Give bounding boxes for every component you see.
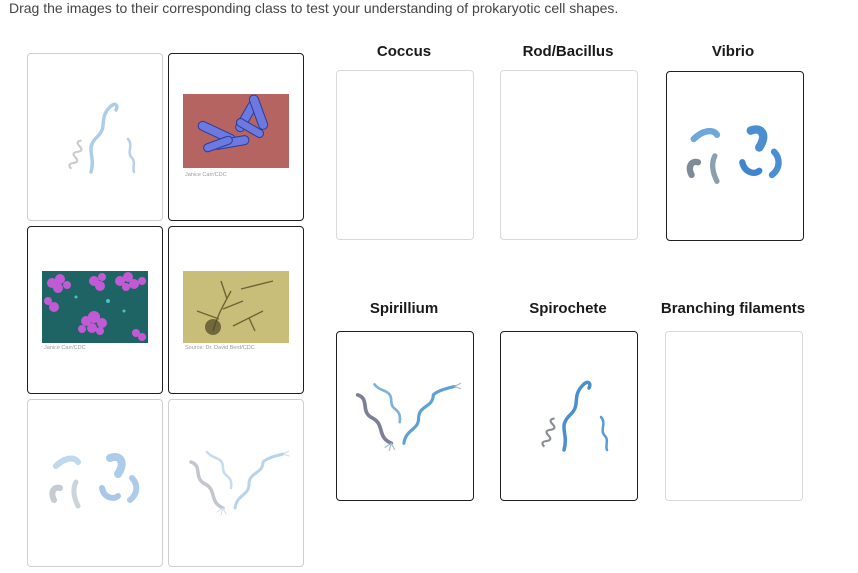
class-label-branching-filaments: Branching filaments (660, 300, 806, 317)
spirillium-illustration (189, 450, 290, 516)
source-card-vibrio[interactable] (27, 399, 163, 567)
dropzone-coccus[interactable] (336, 70, 474, 240)
spirochete-illustration (541, 380, 609, 452)
dropzone-branching-filaments[interactable] (665, 331, 803, 501)
class-label-spirochete: Spirochete (529, 300, 607, 317)
source-card-bacillus[interactable]: Janice Carr/CDC (168, 53, 304, 221)
spirillium-illustration (355, 382, 462, 452)
vibrio-illustration (686, 125, 782, 184)
branching-filaments-photo (183, 271, 289, 343)
photo-credit: Janice Carr/CDC (44, 345, 86, 351)
class-label-coccus: Coccus (376, 43, 432, 60)
vibrio-illustration (49, 453, 140, 509)
bacillus-photo (183, 94, 289, 168)
photo-credit: Source: Dr. David Berd/CDC (185, 345, 255, 351)
spirochete-illustration (68, 102, 136, 174)
class-label-vibrio: Vibrio (711, 43, 755, 60)
class-label-rod-bacillus: Rod/Bacillus (522, 43, 614, 60)
class-label-spirillium: Spirillium (369, 300, 439, 317)
dropzone-spirillium[interactable] (336, 331, 474, 501)
dropzone-spirochete[interactable] (500, 331, 638, 501)
source-card-spirillium[interactable] (168, 399, 304, 567)
source-card-branching-filaments[interactable]: Source: Dr. David Berd/CDC (168, 226, 304, 394)
coccus-photo (42, 271, 148, 343)
dropzone-rod-bacillus[interactable] (500, 70, 638, 240)
source-card-spirochete[interactable] (27, 53, 163, 221)
instructions-text: Drag the images to their corresponding c… (9, 0, 619, 16)
source-card-coccus[interactable]: Janice Carr/CDC (27, 226, 163, 394)
dropzone-vibrio[interactable] (666, 71, 804, 241)
photo-credit: Janice Carr/CDC (185, 172, 227, 178)
